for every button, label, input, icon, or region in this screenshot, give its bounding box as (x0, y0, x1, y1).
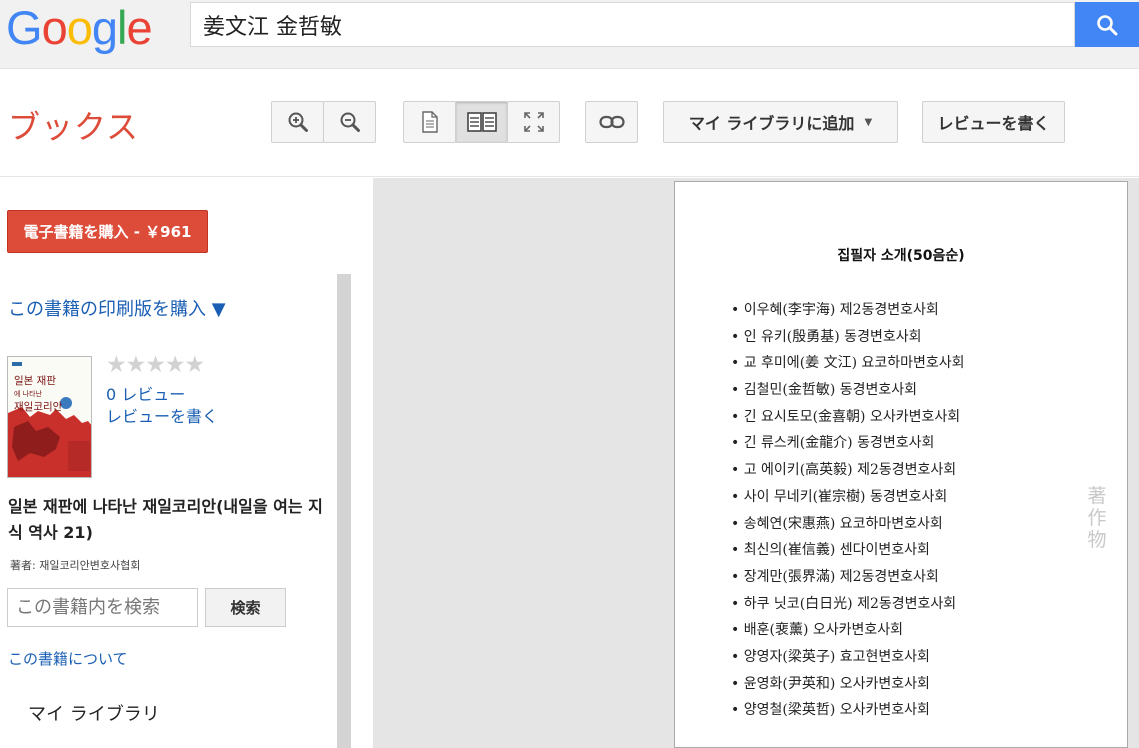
list-item: 배훈(裵薰) 오사카변호사회 (731, 617, 965, 644)
copyright-watermark: 著作物 (1087, 485, 1107, 551)
list-item: 이우혜(李宇海) 제2동경변호사회 (731, 297, 965, 324)
my-library-link[interactable]: マイ ライブラリ (28, 700, 160, 726)
reviews-count-link[interactable]: 0 レビュー (106, 381, 185, 405)
write-review-label: レビューを書く (937, 114, 1050, 133)
single-page-view-button[interactable] (403, 101, 456, 143)
list-item: 하쿠 닛코(白日光) 제2동경변호사회 (731, 591, 965, 618)
cover-title: 일본 재판 에 나타난 재일코리안 (14, 375, 62, 414)
top-search-bar: Google (0, 0, 1139, 69)
list-item: 긴 요시토모(金喜朝) 오사카변호사회 (731, 404, 965, 431)
about-book-link[interactable]: この書籍について (8, 648, 128, 669)
logo-letter: l (116, 1, 128, 54)
section-title[interactable]: ブックス (8, 102, 139, 148)
write-review-link[interactable]: レビューを書く (106, 403, 218, 427)
list-item: 최신의(崔信義) 센다이변호사회 (731, 537, 965, 564)
cover-title-line: 재일코리안 (14, 401, 63, 413)
inbook-search-input[interactable] (7, 588, 198, 627)
book-page[interactable]: 집필자 소개(50음순) 이우혜(李宇海) 제2동경변호사회 인 유키(殷勇基)… (674, 181, 1128, 748)
rating-stars[interactable]: ★★★★★ (106, 352, 205, 378)
search-icon (1097, 14, 1118, 35)
cover-title-line: 일본 재판 (14, 375, 56, 387)
cover-title-line: 에 나타난 (14, 390, 42, 398)
list-item: 사이 무네키(崔宗樹) 동경변호사회 (731, 484, 965, 511)
fullscreen-icon (523, 112, 544, 132)
list-item: 장계만(張界滿) 제2동경변호사회 (731, 564, 965, 591)
logo-letter: g (91, 1, 118, 54)
zoom-out-button[interactable] (323, 101, 376, 143)
zoom-in-icon (288, 112, 308, 132)
list-item: 양영철(梁英哲) 오사카변호사회 (731, 697, 965, 724)
chevron-down-icon: ▼ (864, 116, 873, 128)
search-button[interactable] (1075, 2, 1139, 47)
search-input[interactable] (190, 2, 1075, 47)
two-page-view-button[interactable] (455, 101, 508, 143)
list-item: 양영자(梁英子) 효고현변호사회 (731, 644, 965, 671)
list-item: 긴 류스케(金龍介) 동경변호사회 (731, 430, 965, 457)
logo-letter: o (41, 1, 68, 54)
book-title: 일본 재판에 나타난 재일코리안(내일을 여는 지식 역사 21) (8, 497, 323, 542)
buy-ebook-button[interactable]: 電子書籍を購入 - ￥961 (7, 210, 208, 253)
link-button[interactable] (585, 101, 638, 143)
add-to-library-button[interactable]: マイ ライブラリに追加 ▼ (663, 101, 898, 143)
two-page-icon (466, 112, 497, 132)
logo-letter: G (6, 1, 43, 54)
write-review-button[interactable]: レビューを書く (922, 101, 1065, 143)
inbook-search-button[interactable]: 検索 (205, 588, 286, 627)
list-item: 송혜연(宋惠燕) 요코하마변호사회 (731, 511, 965, 538)
sidebar-scrollbar[interactable] (337, 274, 351, 748)
zoom-out-icon (340, 112, 360, 132)
book-cover-image[interactable]: 일본 재판 에 나타난 재일코리안 (7, 356, 92, 478)
left-sidebar: 電子書籍を購入 - ￥961 この書籍の印刷版を購入 ▼ 일본 재판 에 나타난… (0, 178, 373, 748)
zoom-in-button[interactable] (271, 101, 324, 143)
add-to-library-label: マイ ライブラリに追加 (688, 114, 855, 133)
list-item: 김철민(金哲敏) 동경변호사회 (731, 377, 965, 404)
author-line: 著者: 재일코리안변호사협회 (10, 559, 141, 572)
list-item: 인 유키(殷勇基) 동경변호사회 (731, 324, 965, 351)
logo-letter: o (66, 1, 93, 54)
page-heading: 집필자 소개(50음순) (837, 248, 965, 264)
contributor-list: 이우혜(李宇海) 제2동경변호사회 인 유키(殷勇基) 동경변호사회 교 후미에… (731, 297, 965, 724)
google-logo[interactable]: Google (6, 1, 153, 54)
link-icon (598, 115, 625, 129)
book-viewer[interactable]: 집필자 소개(50음순) 이우혜(李宇海) 제2동경변호사회 인 유키(殷勇基)… (373, 178, 1139, 748)
list-item: 고 에이키(高英毅) 제2동경변호사회 (731, 457, 965, 484)
list-item: 교 후미에(姜 文江) 요코하마변호사회 (731, 350, 965, 377)
buy-print-link[interactable]: この書籍の印刷版を購入 ▼ (8, 295, 226, 321)
logo-letter: e (126, 1, 152, 54)
single-page-icon (421, 111, 438, 133)
books-toolbar: ブックス マイ ライブラリに追加 ▼ レビューを書く (0, 69, 1139, 177)
fullscreen-button[interactable] (507, 101, 560, 143)
list-item: 윤영화(尹英和) 오사카변호사회 (731, 671, 965, 698)
